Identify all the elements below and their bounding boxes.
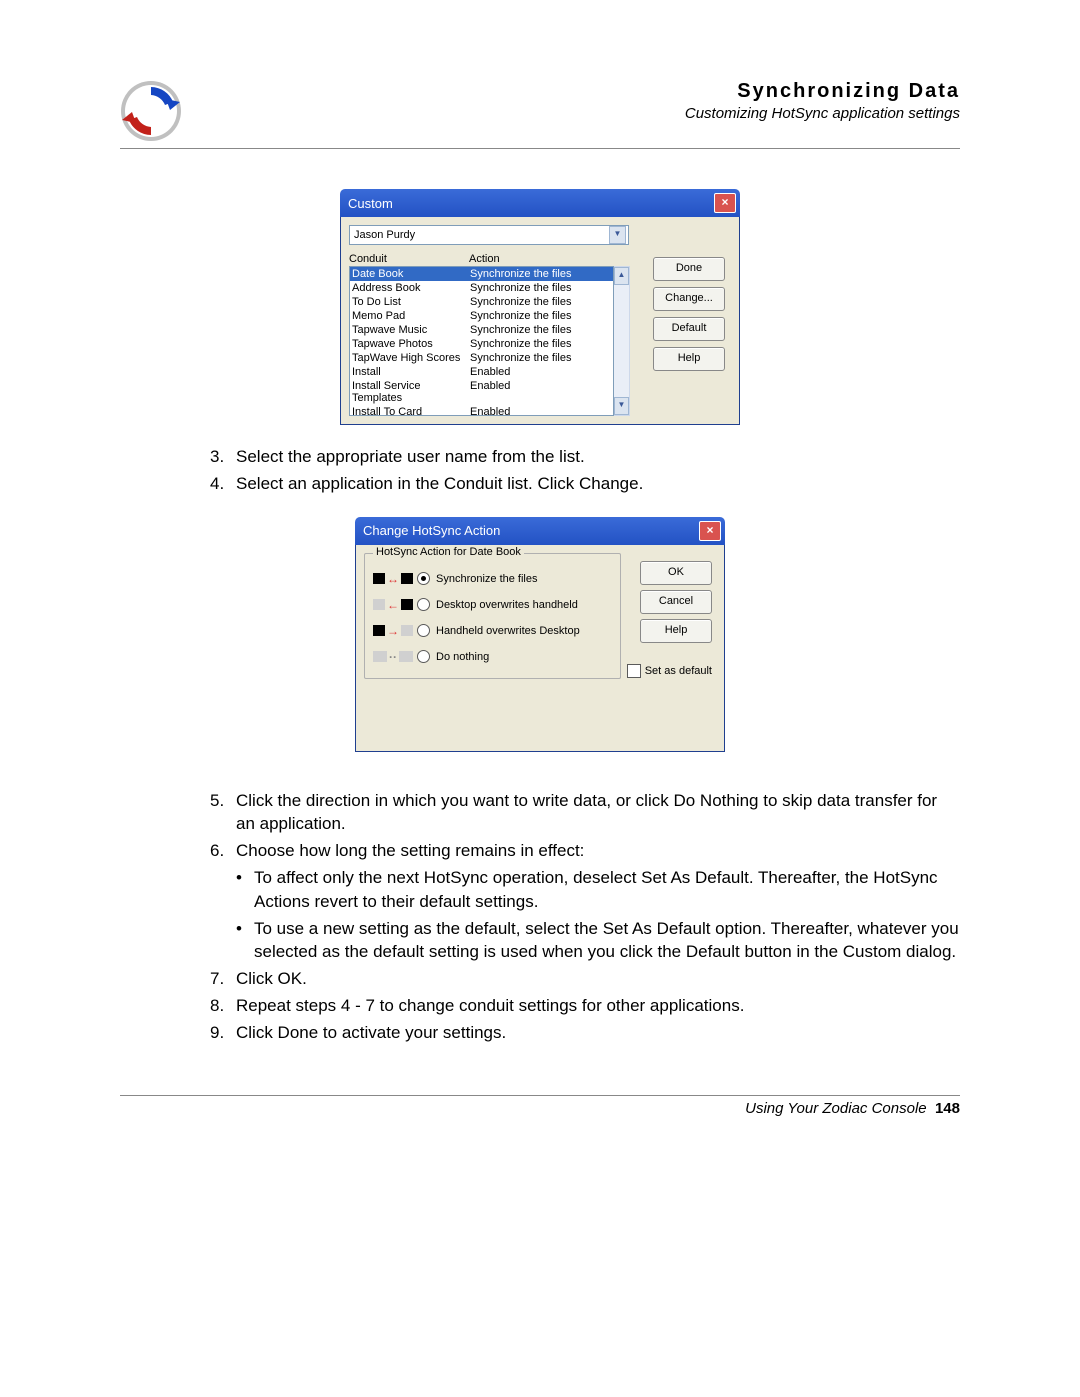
step-7: 7.Click OK. — [210, 967, 960, 991]
list-item[interactable]: Address BookSynchronize the files — [350, 281, 613, 295]
page-footer: Using Your Zodiac Console 148 — [120, 1095, 960, 1117]
step-8: 8.Repeat steps 4 - 7 to change conduit s… — [210, 994, 960, 1018]
scroll-up-icon[interactable]: ▲ — [614, 267, 629, 285]
option-synchronize[interactable]: ↔ Synchronize the files — [373, 566, 612, 592]
list-item[interactable]: Date BookSynchronize the files — [350, 267, 613, 281]
step-5: 5.Click the direction in which you want … — [210, 789, 960, 837]
list-item[interactable]: Memo PadSynchronize the files — [350, 309, 613, 323]
close-icon[interactable]: × — [699, 521, 721, 541]
page-number: 148 — [935, 1100, 960, 1117]
list-item[interactable]: To Do ListSynchronize the files — [350, 295, 613, 309]
radio-icon[interactable] — [417, 598, 430, 611]
group-legend: HotSync Action for Date Book — [373, 546, 524, 558]
radio-icon[interactable] — [417, 624, 430, 637]
list-item[interactable]: Tapwave MusicSynchronize the files — [350, 323, 613, 337]
desktop-overwrites-icon: ← — [373, 598, 413, 612]
conduit-list-headers: Conduit Action — [349, 251, 629, 266]
step-6: 6.Choose how long the setting remains in… — [210, 839, 960, 863]
list-item[interactable]: Install To CardEnabled — [350, 405, 613, 416]
ok-button[interactable]: OK — [640, 561, 712, 585]
handheld-overwrites-icon: → — [373, 624, 413, 638]
custom-dialog: Custom × Jason Purdy ▼ Conduit Action Da… — [340, 189, 740, 425]
list-item[interactable]: Tapwave PhotosSynchronize the files — [350, 337, 613, 351]
bullet-1: •To affect only the next HotSync operati… — [236, 866, 960, 914]
list-item[interactable]: TapWave High ScoresSynchronize the files — [350, 351, 613, 365]
help-button[interactable]: Help — [640, 619, 712, 643]
default-button[interactable]: Default — [653, 317, 725, 341]
custom-dialog-titlebar: Custom × — [340, 189, 740, 217]
page-header: Synchronizing Data Customizing HotSync a… — [120, 80, 960, 149]
close-icon[interactable]: × — [714, 193, 736, 213]
radio-icon[interactable] — [417, 572, 430, 585]
do-nothing-icon: ·· — [373, 650, 413, 664]
radio-icon[interactable] — [417, 650, 430, 663]
custom-dialog-title: Custom — [348, 196, 714, 211]
step-9: 9.Click Done to activate your settings. — [210, 1021, 960, 1045]
option-handheld-overwrites[interactable]: → Handheld overwrites Desktop — [373, 618, 612, 644]
step-3: 3.Select the appropriate user name from … — [210, 445, 960, 469]
cancel-button[interactable]: Cancel — [640, 590, 712, 614]
set-as-default-checkbox[interactable]: Set as default — [627, 664, 712, 678]
option-do-nothing[interactable]: ·· Do nothing — [373, 644, 612, 670]
change-button[interactable]: Change... — [653, 287, 725, 311]
bullet-2: •To use a new setting as the default, se… — [236, 917, 960, 965]
option-desktop-overwrites[interactable]: ← Desktop overwrites handheld — [373, 592, 612, 618]
list-item[interactable]: Install Service TemplatesEnabled — [350, 379, 613, 405]
scroll-down-icon[interactable]: ▼ — [614, 397, 629, 415]
list-item[interactable]: InstallEnabled — [350, 365, 613, 379]
page-subtitle: Customizing HotSync application settings — [685, 105, 960, 122]
conduit-listbox[interactable]: Date BookSynchronize the files Address B… — [349, 266, 614, 416]
done-button[interactable]: Done — [653, 257, 725, 281]
checkbox-icon[interactable] — [627, 664, 641, 678]
page-title: Synchronizing Data — [685, 80, 960, 103]
change-dialog-titlebar: Change HotSync Action × — [355, 517, 725, 545]
chevron-down-icon[interactable]: ▼ — [609, 226, 626, 244]
change-hotsync-dialog: Change HotSync Action × HotSync Action f… — [355, 517, 725, 752]
user-dropdown[interactable]: Jason Purdy ▼ — [349, 225, 629, 245]
change-dialog-title: Change HotSync Action — [363, 523, 699, 538]
hotsync-icon — [120, 80, 182, 142]
step-4: 4.Select an application in the Conduit l… — [210, 472, 960, 496]
help-button[interactable]: Help — [653, 347, 725, 371]
hotsync-action-group: HotSync Action for Date Book ↔ Synchroni… — [364, 553, 621, 679]
sync-both-icon: ↔ — [373, 572, 413, 586]
user-dropdown-value: Jason Purdy — [352, 229, 609, 241]
scrollbar[interactable]: ▲ ▼ — [614, 266, 630, 416]
